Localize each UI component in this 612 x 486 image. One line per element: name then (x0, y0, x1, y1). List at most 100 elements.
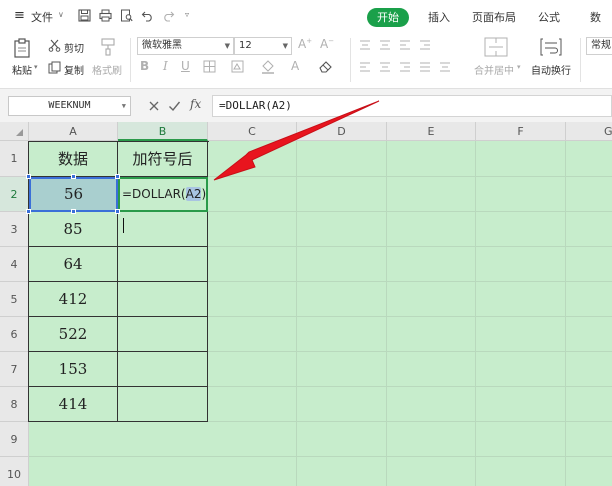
name-box-chevron-icon: ▼ (121, 102, 126, 110)
confirm-icon[interactable] (168, 100, 181, 112)
cell-b2-reference-highlight: A2 (185, 187, 202, 201)
merge-center-chevron-icon[interactable]: ▾ (517, 63, 521, 71)
row-header-6[interactable]: 6 (0, 317, 29, 352)
undo-icon[interactable] (141, 9, 154, 22)
selection-handle[interactable] (115, 174, 120, 179)
merge-center-button[interactable]: 合并居中 (474, 62, 514, 77)
wrap-text-button[interactable]: 自动换行 (531, 62, 571, 77)
row-header-10[interactable]: 10 (0, 457, 29, 486)
cell-a4[interactable]: 64 (29, 247, 118, 282)
cell-b7[interactable] (118, 352, 208, 387)
font-size-select[interactable]: 12 ▼ (234, 37, 292, 55)
cell-b6[interactable] (118, 317, 208, 352)
cell-a3[interactable]: 85 (29, 212, 118, 247)
paste-icon[interactable] (12, 38, 32, 58)
selection-handle[interactable] (71, 174, 76, 179)
gridline (296, 141, 297, 486)
column-header-d[interactable]: D (297, 122, 387, 141)
cancel-icon[interactable] (148, 100, 160, 112)
merge-center-icon[interactable] (484, 37, 508, 57)
bold-icon[interactable]: B (140, 59, 149, 73)
alignment-buttons[interactable] (358, 38, 458, 78)
spreadsheet-window: ≡ 文件 ∨ ▿ 开始 插入 页面布局 公式 数 粘贴 ▾ 剪切 复制 格式刷 … (0, 0, 612, 486)
wrap-text-icon[interactable] (540, 37, 562, 57)
formula-bar: WEEKNUM ▼ fx =DOLLAR(A2) (0, 88, 612, 122)
column-header-c[interactable]: C (208, 122, 297, 141)
italic-icon[interactable]: I (163, 59, 168, 73)
ribbon-divider (580, 38, 581, 82)
selection-handle[interactable] (26, 209, 31, 214)
column-header-e[interactable]: E (387, 122, 476, 141)
cell-b5[interactable] (118, 282, 208, 317)
column-header-b[interactable]: B (118, 122, 208, 141)
copy-icon[interactable] (48, 61, 61, 74)
column-header-a[interactable]: A (29, 122, 118, 141)
decrease-font-size-icon[interactable]: A− (320, 37, 334, 51)
gridline (386, 141, 387, 486)
select-all-corner[interactable] (0, 122, 29, 141)
row-header-9[interactable]: 9 (0, 422, 29, 457)
cell-b1[interactable]: 加符号后 (118, 142, 208, 177)
column-header-f[interactable]: F (476, 122, 566, 141)
file-menu-chevron-icon[interactable]: ∨ (58, 10, 64, 19)
cell-a7[interactable]: 153 (29, 352, 118, 387)
insert-function-icon[interactable]: fx (190, 97, 201, 111)
increase-font-size-icon[interactable]: A+ (298, 37, 312, 51)
borders-icon[interactable] (203, 60, 217, 73)
selection-handle[interactable] (115, 209, 120, 214)
format-painter-icon[interactable] (100, 38, 116, 56)
cell-b4[interactable] (118, 247, 208, 282)
selection-handle[interactable] (71, 209, 76, 214)
number-format-value: 常规 (591, 40, 611, 51)
tab-page-layout[interactable]: 页面布局 (472, 9, 516, 25)
row-header-1[interactable]: 1 (0, 141, 29, 177)
column-header-g[interactable]: G (566, 122, 612, 141)
tab-start[interactable]: 开始 (367, 8, 409, 27)
hamburger-menu-icon[interactable]: ≡ (14, 8, 25, 23)
file-menu[interactable]: 文件 (31, 9, 53, 25)
row-header-7[interactable]: 7 (0, 352, 29, 387)
cell-a2[interactable]: 56 (29, 177, 118, 212)
redo-icon[interactable] (162, 9, 175, 22)
cell-a6[interactable]: 522 (29, 317, 118, 352)
underline-icon[interactable]: U (181, 59, 190, 73)
font-color-icon[interactable]: A (291, 59, 299, 73)
row-header-2[interactable]: 2 (0, 177, 29, 212)
save-icon[interactable] (78, 9, 91, 22)
cell-a5[interactable]: 412 (29, 282, 118, 317)
print-icon[interactable] (99, 9, 112, 22)
font-name-value: 微软雅黑 (142, 40, 182, 51)
cell-b3[interactable] (118, 212, 208, 247)
clear-format-icon[interactable] (318, 60, 334, 73)
ribbon-toolbar: 粘贴 ▾ 剪切 复制 格式刷 微软雅黑 ▼ 12 ▼ A+ A− B I U A… (0, 34, 612, 88)
paste-chevron-icon[interactable]: ▾ (34, 63, 38, 71)
print-preview-icon[interactable] (120, 9, 133, 22)
number-format-select[interactable]: 常规 (586, 37, 612, 55)
format-painter-button[interactable]: 格式刷 (92, 62, 122, 77)
row-header-8[interactable]: 8 (0, 387, 29, 422)
tab-insert[interactable]: 插入 (428, 9, 450, 25)
cut-icon[interactable] (48, 39, 61, 52)
name-box[interactable]: WEEKNUM ▼ (8, 96, 131, 116)
cell-b8[interactable] (118, 387, 208, 422)
paste-button[interactable]: 粘贴 (12, 62, 32, 77)
copy-button[interactable]: 复制 (64, 62, 84, 77)
gridline (475, 141, 476, 486)
selection-handle[interactable] (26, 174, 31, 179)
cell-a1[interactable]: 数据 (29, 142, 118, 177)
row-header-3[interactable]: 3 (0, 212, 29, 247)
gridline (29, 456, 612, 457)
ribbon-divider (350, 38, 351, 82)
tab-formulas[interactable]: 公式 (538, 9, 560, 25)
cell-b2-editing[interactable]: =DOLLAR(A2) (118, 177, 208, 233)
cell-style-icon[interactable] (231, 60, 245, 73)
font-name-select[interactable]: 微软雅黑 ▼ (137, 37, 234, 55)
cut-button[interactable]: 剪切 (64, 40, 84, 55)
cell-a8[interactable]: 414 (29, 387, 118, 422)
tab-data[interactable]: 数 (590, 9, 601, 25)
formula-input[interactable]: =DOLLAR(A2) (212, 95, 612, 117)
row-header-4[interactable]: 4 (0, 247, 29, 282)
customize-toolbar-chevron-icon[interactable]: ▿ (185, 10, 189, 19)
row-header-5[interactable]: 5 (0, 282, 29, 317)
fill-color-icon[interactable] (260, 59, 276, 74)
